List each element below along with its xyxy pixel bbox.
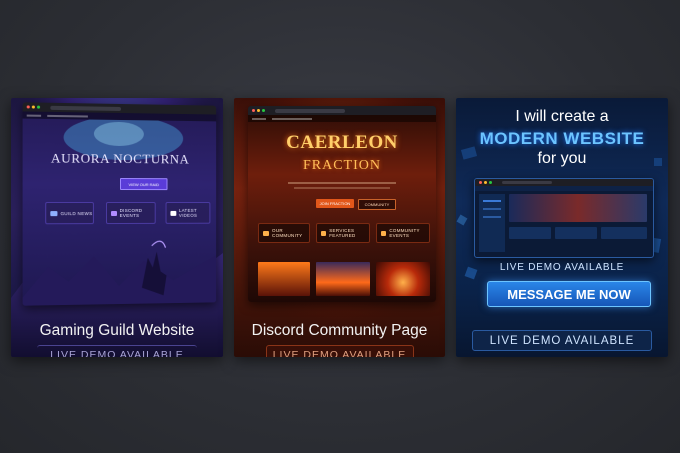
hero-title: AURORA NOCTURNA <box>50 150 190 167</box>
feature-tile[interactable] <box>555 227 597 239</box>
headline-line-1: I will create a <box>515 108 609 125</box>
live-demo-badge: LIVE DEMO AVAILABLE <box>37 345 197 357</box>
message-me-button[interactable]: MESSAGE ME NOW <box>487 281 651 307</box>
live-demo-badge: LIVE DEMO AVAILABLE <box>265 345 414 357</box>
play-icon <box>170 210 176 216</box>
feature-discord-events[interactable]: DISCORD EVENTS <box>105 201 156 225</box>
headline-line-2: MODERN WEBSITE <box>479 129 645 148</box>
card-title: Discord Community Page <box>251 322 428 339</box>
hero-title-line-1: CAERLEON <box>286 132 398 153</box>
card-title: Gaming Guild Website <box>39 322 195 339</box>
gallery-image-3[interactable] <box>376 262 430 296</box>
browser-mockup: AURORA NOCTURNA VIEW OUR RAID GUILD NEWS… <box>22 102 217 306</box>
card-gaming-guild[interactable]: AURORA NOCTURNA VIEW OUR RAID GUILD NEWS… <box>11 98 223 357</box>
users-icon <box>263 230 270 236</box>
discord-icon <box>111 210 117 216</box>
feature-tile[interactable] <box>601 227 647 239</box>
feature-latest-videos[interactable]: LATEST VIDEOS <box>165 202 211 224</box>
feature-our-community[interactable]: OUR COMMUNITY <box>258 223 310 243</box>
news-icon <box>50 210 58 216</box>
star-icon <box>321 230 327 236</box>
calendar-icon <box>381 230 387 236</box>
feature-guild-news[interactable]: GUILD NEWS <box>45 201 94 225</box>
demo-label: LIVE DEMO AVAILABLE <box>499 262 625 273</box>
sidebar <box>479 194 505 252</box>
feature-community-events[interactable]: COMMUNITY EVENTS <box>376 223 430 243</box>
live-demo-badge: LIVE DEMO AVAILABLE <box>472 330 652 351</box>
site-nav <box>248 115 436 122</box>
feature-tile[interactable] <box>509 227 551 239</box>
gallery-image-2[interactable] <box>316 262 370 296</box>
gallery-image-1[interactable] <box>258 262 310 296</box>
headline-line-3: for you <box>537 150 587 167</box>
browser-mockup: CAERLEON FRACTION JOIN FRACTION COMMUNIT… <box>248 106 436 302</box>
hero-title-line-2: FRACTION <box>302 158 381 173</box>
join-button[interactable]: JOIN FRACTION <box>316 199 354 208</box>
browser-mockup <box>474 178 654 258</box>
hero-image <box>509 194 647 222</box>
card-modern-website-offer[interactable]: I will create a MODERN WEBSITE for you L… <box>456 98 668 357</box>
card-discord-community[interactable]: CAERLEON FRACTION JOIN FRACTION COMMUNIT… <box>234 98 445 357</box>
hero-cta-button[interactable]: VIEW OUR RAID <box>120 177 168 191</box>
community-button[interactable]: COMMUNITY <box>358 199 396 210</box>
feature-services[interactable]: SERVICES FEATURED <box>316 223 370 243</box>
